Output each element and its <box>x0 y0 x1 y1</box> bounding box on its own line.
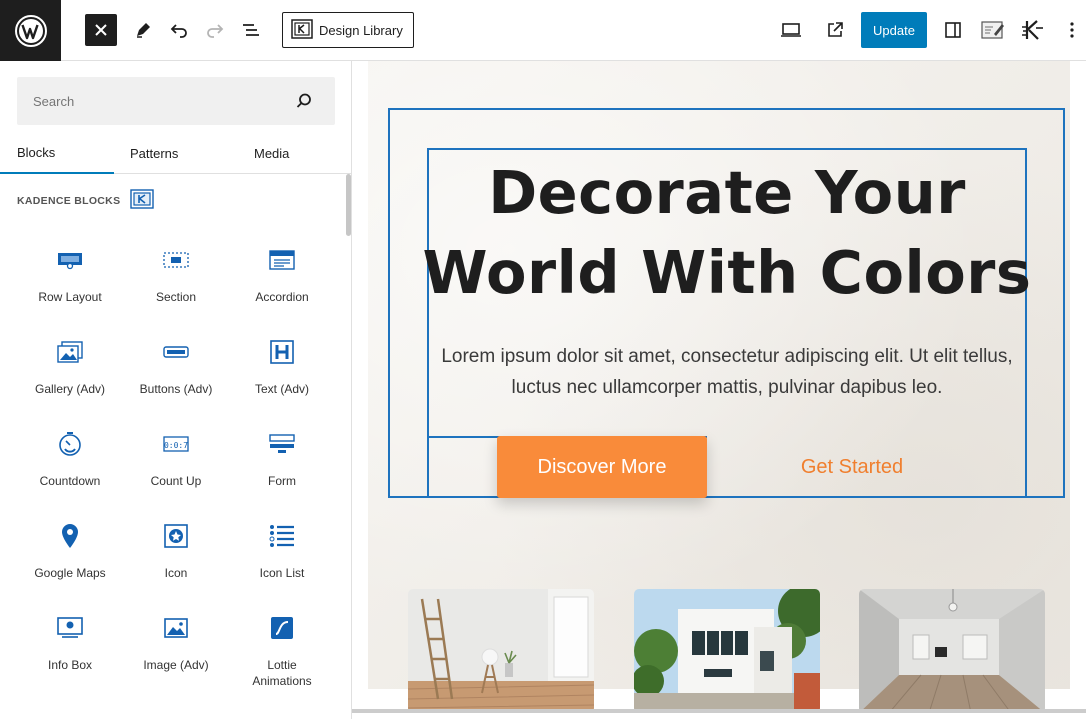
block-count-up[interactable]: 0:0:7 Count Up <box>123 423 229 515</box>
kadence-settings-icon[interactable] <box>1017 14 1049 46</box>
thumbnail-empty-interior-room[interactable] <box>859 589 1045 713</box>
block-lottie[interactable]: Lottie Animations <box>229 607 335 699</box>
kadence-icon <box>291 18 313 42</box>
gallery-icon <box>57 339 83 365</box>
external-link-icon[interactable] <box>819 14 851 46</box>
thumbnail-white-modern-house[interactable] <box>634 589 820 713</box>
row-layout-icon <box>57 247 83 273</box>
block-icon[interactable]: Icon <box>123 515 229 607</box>
tab-blocks[interactable]: Blocks <box>0 133 114 174</box>
hero-paragraph[interactable]: Lorem ipsum dolor sit amet, consectetur … <box>422 341 1032 403</box>
block-icon-list[interactable]: Icon List <box>229 515 335 607</box>
more-options-icon[interactable] <box>1058 14 1086 46</box>
search-input[interactable]: Search <box>17 77 335 125</box>
image-icon <box>163 615 189 641</box>
star-icon <box>163 523 189 549</box>
sidebar-scrollbar[interactable] <box>346 174 351 236</box>
editor-canvas: Decorate Your World With Colors Lorem ip… <box>352 61 1086 719</box>
close-icon[interactable] <box>85 14 117 46</box>
pen-icon[interactable] <box>127 14 159 46</box>
block-section[interactable]: Section <box>123 239 229 331</box>
countdown-icon <box>57 431 83 457</box>
section-heading-label: KADENCE BLOCKS <box>17 194 121 207</box>
update-button[interactable]: Update <box>861 12 927 48</box>
icon-list-icon <box>269 523 295 549</box>
wordpress-logo-icon[interactable] <box>0 0 61 61</box>
svg-text:0:0:7: 0:0:7 <box>164 441 188 450</box>
form-icon <box>269 431 295 457</box>
search-icon[interactable] <box>295 92 313 113</box>
list-view-icon[interactable] <box>235 14 267 46</box>
buttons-icon <box>163 339 189 365</box>
block-text[interactable]: Text (Adv) <box>229 331 335 423</box>
block-gallery[interactable]: Gallery (Adv) <box>17 331 123 423</box>
gallery-thumbnails <box>408 589 1048 713</box>
undo-icon[interactable] <box>163 14 195 46</box>
block-row-layout[interactable]: Row Layout <box>17 239 123 331</box>
sidebar-toggle-icon[interactable] <box>937 14 969 46</box>
count-up-icon: 0:0:7 <box>163 431 189 457</box>
block-countdown[interactable]: Countdown <box>17 423 123 515</box>
tab-media[interactable]: Media <box>254 133 289 174</box>
kadence-blocks-heading: KADENCE BLOCKS <box>17 189 155 212</box>
edit-note-icon[interactable] <box>977 14 1009 46</box>
canvas-horizontal-scrollbar[interactable] <box>352 709 1086 713</box>
lottie-icon <box>269 615 295 641</box>
kadence-icon <box>130 189 155 212</box>
block-inserter-sidebar: Search Blocks Patterns Media KADENCE BLO… <box>0 61 352 719</box>
design-library-button[interactable]: Design Library <box>282 12 414 48</box>
block-buttons[interactable]: Buttons (Adv) <box>123 331 229 423</box>
info-box-icon <box>57 615 83 641</box>
block-form[interactable]: Form <box>229 423 335 515</box>
search-placeholder: Search <box>33 93 75 109</box>
block-accordion[interactable]: Accordion <box>229 239 335 331</box>
accordion-icon <box>269 247 295 273</box>
discover-more-button[interactable]: Discover More <box>497 436 707 498</box>
map-pin-icon <box>57 523 83 549</box>
tab-patterns[interactable]: Patterns <box>130 133 178 174</box>
inserter-tabs: Blocks Patterns Media <box>0 133 351 174</box>
design-library-label: Design Library <box>319 22 403 38</box>
thumbnail-empty-room-ladder[interactable] <box>408 589 594 713</box>
block-info-box[interactable]: Info Box <box>17 607 123 699</box>
editor-toolbar: Design Library Update <box>0 0 1086 61</box>
section-icon <box>163 247 189 273</box>
desktop-icon[interactable] <box>775 14 807 46</box>
block-google-maps[interactable]: Google Maps <box>17 515 123 607</box>
hero-title[interactable]: Decorate Your World With Colors <box>412 153 1042 313</box>
get-started-button[interactable]: Get Started <box>772 436 932 498</box>
block-image[interactable]: Image (Adv) <box>123 607 229 699</box>
redo-icon[interactable] <box>199 14 231 46</box>
heading-icon <box>269 339 295 365</box>
